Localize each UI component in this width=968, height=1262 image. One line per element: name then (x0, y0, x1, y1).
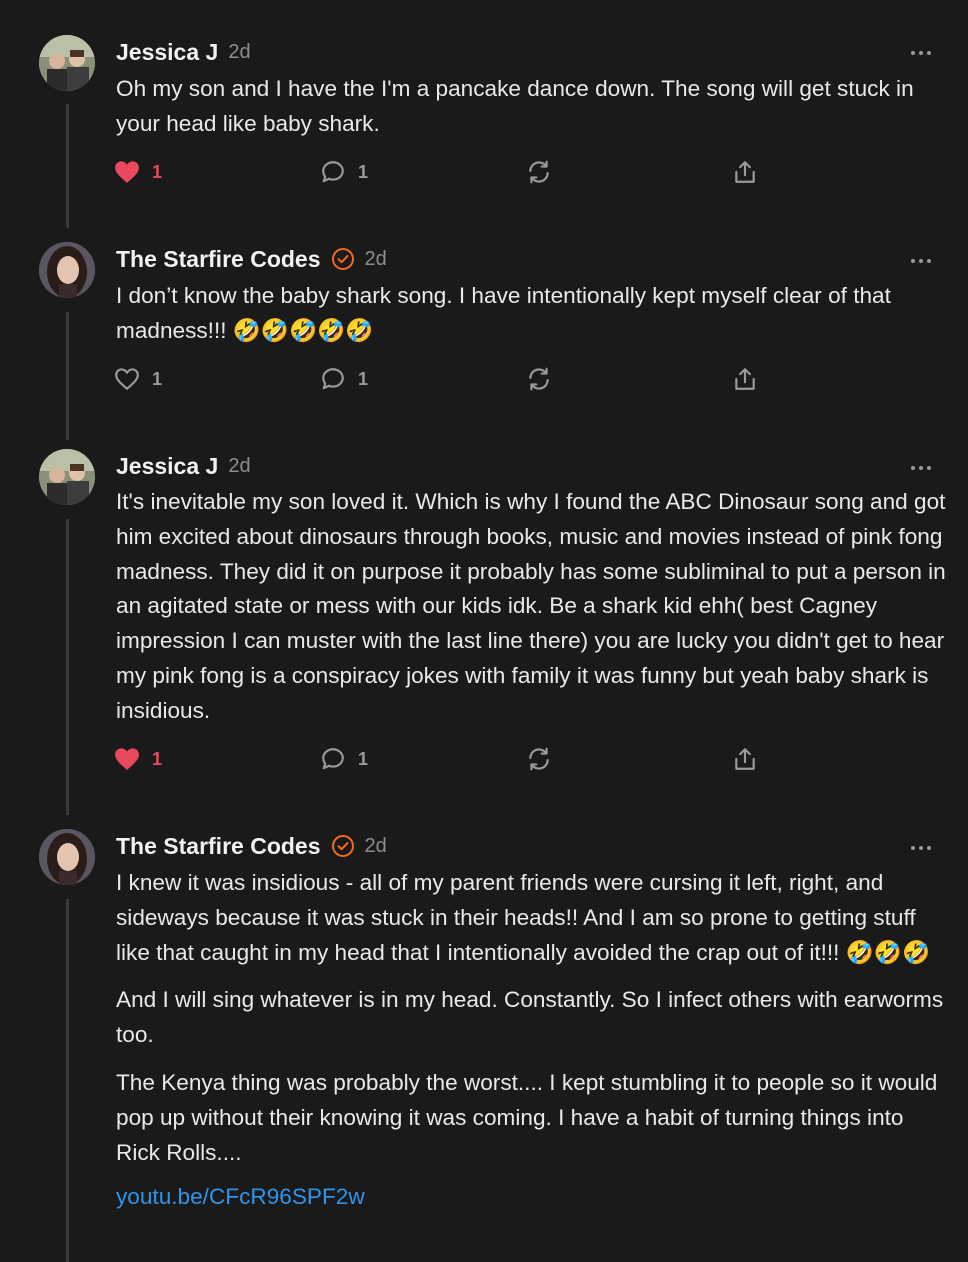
comment: Jessica J 2d It's inevitable my son love… (0, 435, 968, 815)
reply-count: 1 (358, 161, 369, 182)
comment-body: I don’t know the baby shark song. I have… (116, 279, 946, 349)
restack-arrows-icon (529, 367, 549, 391)
heart-icon (115, 368, 139, 390)
comment-header: Jessica J 2d (116, 450, 251, 482)
thread-rail (66, 519, 69, 815)
avatar[interactable] (39, 449, 95, 505)
heart-icon (115, 161, 139, 183)
youtube-link[interactable]: youtu.be/CFcR96SPF2w (116, 1180, 946, 1215)
thread-rail (66, 899, 69, 1262)
comment-text: I don’t know the baby shark song. I have… (116, 283, 891, 343)
comment-text: It's inevitable my son loved it. Which i… (116, 489, 946, 723)
share-button[interactable] (732, 157, 758, 187)
verified-check-icon (331, 835, 354, 857)
comment-header: Jessica J 2d (116, 36, 251, 68)
share-button[interactable] (732, 744, 758, 774)
share-button[interactable] (732, 364, 758, 394)
heart-icon (115, 748, 139, 770)
comment-header: The Starfire Codes 2d (116, 243, 387, 275)
like-count: 1 (152, 161, 163, 182)
reply-count: 1 (358, 368, 369, 389)
author-name[interactable]: The Starfire Codes (116, 833, 321, 860)
comment-text: The Kenya thing was probably the worst..… (116, 1069, 938, 1165)
avatar[interactable] (39, 829, 95, 885)
comment-text: And I will sing whatever is in my head. … (116, 987, 944, 1048)
speech-bubble-icon (322, 368, 344, 390)
ellipsis-icon[interactable] (910, 835, 936, 855)
restack-arrows-icon (529, 747, 549, 771)
reply-button[interactable]: 1 (320, 364, 368, 394)
ellipsis-icon[interactable] (910, 40, 936, 60)
comment-thread: Jessica J 2d Oh my son and I have the I'… (0, 0, 968, 1262)
reply-count: 1 (358, 748, 369, 769)
like-button[interactable]: 1 (114, 744, 162, 774)
reply-button[interactable]: 1 (320, 744, 368, 774)
like-count: 1 (152, 368, 163, 389)
comment-text: I knew it was insidious - all of my pare… (116, 870, 931, 965)
timestamp[interactable]: 2d (365, 835, 387, 858)
timestamp[interactable]: 2d (228, 41, 250, 64)
timestamp[interactable]: 2d (365, 248, 387, 271)
share-upload-icon (735, 368, 755, 390)
action-bar: 1 1 (114, 744, 774, 774)
action-bar: 1 1 (114, 364, 774, 394)
share-upload-icon (735, 748, 755, 770)
ellipsis-icon[interactable] (910, 455, 936, 475)
speech-bubble-icon (322, 748, 344, 770)
ellipsis-icon[interactable] (910, 248, 936, 268)
comment-text: Oh my son and I have the I'm a pancake d… (116, 76, 914, 136)
comment: The Starfire Codes 2d I knew it was insi… (0, 815, 968, 1262)
comment-header: The Starfire Codes 2d (116, 830, 387, 862)
avatar[interactable] (39, 242, 95, 298)
action-bar: 1 1 (114, 157, 774, 187)
thread-rail (66, 104, 69, 228)
like-button[interactable]: 1 (114, 157, 162, 187)
like-button[interactable]: 1 (114, 364, 162, 394)
speech-bubble-icon (322, 161, 344, 183)
comment: The Starfire Codes 2d I don’t know the b… (0, 230, 968, 440)
comment-body: I knew it was insidious - all of my pare… (116, 866, 946, 1215)
author-name[interactable]: Jessica J (116, 39, 218, 66)
avatar[interactable] (39, 35, 95, 91)
like-count: 1 (152, 748, 163, 769)
restack-button[interactable] (526, 157, 552, 187)
author-name[interactable]: The Starfire Codes (116, 246, 321, 273)
restack-arrows-icon (529, 160, 549, 184)
reply-button[interactable]: 1 (320, 157, 368, 187)
comment: Jessica J 2d Oh my son and I have the I'… (0, 0, 968, 230)
thread-rail (66, 312, 69, 440)
comment-body: It's inevitable my son loved it. Which i… (116, 485, 946, 729)
comment-body: Oh my son and I have the I'm a pancake d… (116, 72, 946, 142)
share-upload-icon (735, 161, 755, 183)
author-name[interactable]: Jessica J (116, 453, 218, 480)
restack-button[interactable] (526, 744, 552, 774)
verified-check-icon (331, 248, 354, 270)
restack-button[interactable] (526, 364, 552, 394)
timestamp[interactable]: 2d (228, 455, 250, 478)
